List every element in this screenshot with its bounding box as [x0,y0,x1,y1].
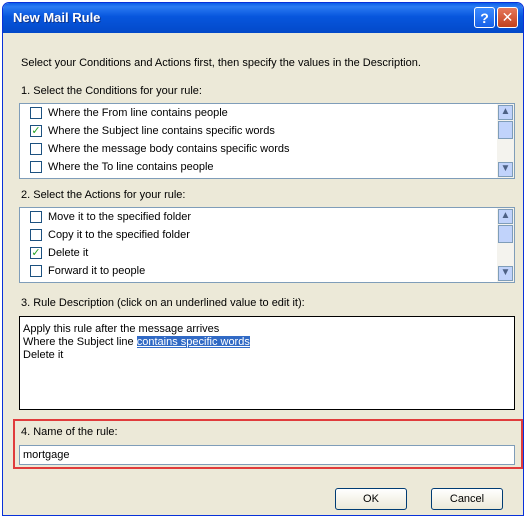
conditions-list[interactable]: Where the From line contains people ✓ Wh… [19,103,515,179]
condition-label: Where the message body contains specific… [48,143,290,155]
window-title: New Mail Rule [13,10,101,25]
scrollbar-thumb[interactable] [498,225,513,243]
intro-text: Select your Conditions and Actions first… [21,57,421,69]
scrollbar-thumb[interactable] [498,121,513,139]
title-bar[interactable]: New Mail Rule ? ✕ [3,3,523,33]
description-label: 3. Rule Description (click on an underli… [21,297,305,309]
new-mail-rule-dialog: New Mail Rule ? ✕ Select your Conditions… [2,2,524,516]
condition-item[interactable]: ✓ Where the Subject line contains specif… [20,122,275,140]
cancel-button[interactable]: Cancel [431,488,503,510]
action-label: Forward it to people [48,265,146,277]
chevron-up-icon[interactable]: ▲ [498,209,513,224]
action-label: Copy it to the specified folder [48,229,190,241]
action-label: Delete it [48,247,89,259]
action-item[interactable]: ✓ Delete it [20,244,88,262]
action-checkbox[interactable] [30,229,42,241]
action-label: Move it to the specified folder [48,211,192,223]
description-line: Delete it [23,349,64,361]
action-checkbox[interactable]: ✓ [30,247,42,259]
conditions-label: 1. Select the Conditions for your rule: [21,85,202,97]
close-icon[interactable]: ✕ [497,7,518,28]
chevron-up-icon[interactable]: ▲ [498,105,513,120]
condition-label: Where the From line contains people [48,107,228,119]
chevron-down-icon[interactable]: ▼ [498,162,513,177]
condition-label: Where the To line contains people [48,161,214,173]
actions-scrollbar[interactable]: ▲ ▼ [497,208,514,282]
specific-words-link[interactable]: contains specific words [136,336,250,348]
help-icon[interactable]: ? [474,7,495,28]
action-checkbox[interactable] [30,211,42,223]
conditions-scrollbar[interactable]: ▲ ▼ [497,104,514,178]
actions-list[interactable]: Move it to the specified folder Copy it … [19,207,515,283]
description-text: Where the Subject line [23,336,137,348]
condition-item[interactable]: Where the From line contains people [20,104,228,122]
condition-item[interactable]: Where the message body contains specific… [20,140,290,158]
ok-button[interactable]: OK [335,488,407,510]
description-line: Where the Subject line contains specific… [23,336,511,349]
condition-item[interactable]: Where the To line contains people [20,158,214,176]
rule-description-box: Apply this rule after the message arrive… [19,316,515,410]
action-item[interactable]: Forward it to people [20,262,145,280]
actions-label: 2. Select the Actions for your rule: [21,189,186,201]
condition-checkbox[interactable] [30,143,42,155]
action-item[interactable]: Copy it to the specified folder [20,226,190,244]
condition-checkbox[interactable] [30,107,42,119]
condition-label: Where the Subject line contains specific… [48,125,275,137]
rule-name-input[interactable]: mortgage [19,445,515,465]
condition-checkbox[interactable] [30,161,42,173]
chevron-down-icon[interactable]: ▼ [498,266,513,281]
action-checkbox[interactable] [30,265,42,277]
condition-checkbox[interactable]: ✓ [30,125,42,137]
action-item[interactable]: Move it to the specified folder [20,208,191,226]
rule-name-label: 4. Name of the rule: [21,426,118,438]
description-line: Apply this rule after the message arrive… [23,323,220,335]
